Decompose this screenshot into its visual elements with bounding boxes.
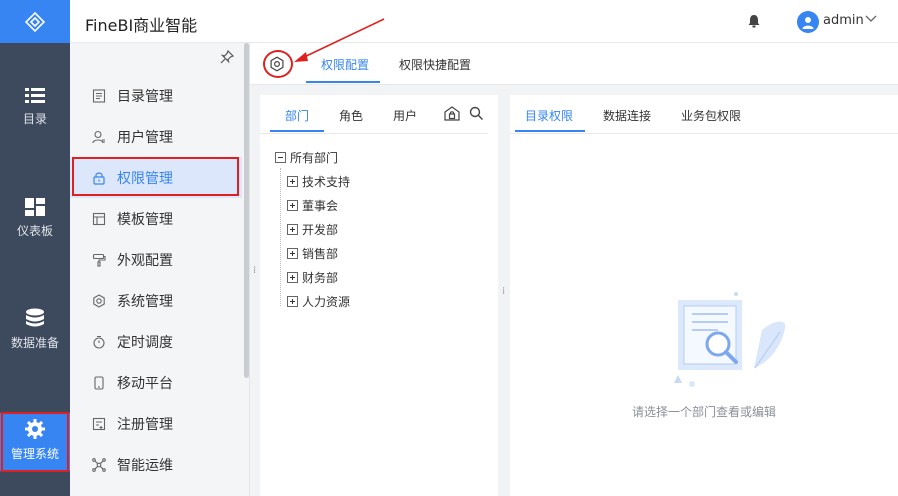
tree-node-label: 董事会 xyxy=(302,199,339,213)
tab-divider xyxy=(510,133,898,134)
subnav-item-label: 定时调度 xyxy=(117,334,173,351)
bell-icon[interactable] xyxy=(747,14,761,28)
top-header: FineBI商业智能 admin xyxy=(70,0,898,43)
settings-icon xyxy=(91,293,107,309)
rail-item-data-prep[interactable]: 数据准备 xyxy=(0,308,70,351)
subnav-scrollbar[interactable] xyxy=(244,43,249,378)
tab-catalog-permission[interactable]: 目录权限 xyxy=(525,107,573,124)
tree-node[interactable]: 开发部 xyxy=(287,221,338,238)
avatar[interactable] xyxy=(797,11,819,33)
subnav-item-label: 智能运维 xyxy=(117,457,173,474)
subnav-item-users[interactable]: 用户管理 xyxy=(70,116,242,157)
tab-roles[interactable]: 角色 xyxy=(339,107,363,124)
user-icon xyxy=(91,129,107,145)
tree-node-label: 人力资源 xyxy=(302,295,351,309)
subnav-item-appearance[interactable]: 外观配置 xyxy=(70,239,242,280)
collapse-icon[interactable] xyxy=(275,152,286,163)
tree-node-label: 销售部 xyxy=(302,247,339,261)
subnav-item-mobile[interactable]: 移动平台 xyxy=(70,362,242,403)
subnav-item-label: 外观配置 xyxy=(117,252,173,269)
rail-item-catalog[interactable]: 目录 xyxy=(0,88,70,127)
search-icon[interactable] xyxy=(469,106,484,121)
network-icon xyxy=(91,457,107,473)
user-name[interactable]: admin xyxy=(823,13,864,28)
subnav-item-label: 注册管理 xyxy=(117,416,173,433)
app-logo[interactable] xyxy=(0,0,70,43)
tab-data-connection[interactable]: 数据连接 xyxy=(603,107,651,124)
tab-permission-quick-config[interactable]: 权限快捷配置 xyxy=(399,56,471,73)
expand-icon[interactable] xyxy=(287,248,298,259)
empty-state-illustration xyxy=(674,292,786,387)
active-tab-indicator xyxy=(270,130,324,132)
expand-icon[interactable] xyxy=(287,296,298,307)
empty-state-text: 请选择一个部门查看或编辑 xyxy=(631,405,776,419)
tab-package-permission[interactable]: 业务包权限 xyxy=(681,107,741,124)
subnav-item-scheduler[interactable]: 定时调度 xyxy=(70,321,242,362)
active-tab-indicator xyxy=(515,130,585,132)
expand-icon[interactable] xyxy=(287,176,298,187)
user-icon xyxy=(802,17,814,29)
tree-root[interactable]: 所有部门 xyxy=(275,149,338,166)
document-icon xyxy=(91,88,107,104)
annotation-arrow xyxy=(294,18,385,62)
mobile-icon xyxy=(91,375,107,391)
list-icon xyxy=(25,88,45,103)
tree-node[interactable]: 技术支持 xyxy=(287,173,350,190)
subnav-item-catalog[interactable]: 目录管理 xyxy=(70,75,242,116)
tree-node-label: 财务部 xyxy=(302,271,339,285)
tree-node[interactable]: 销售部 xyxy=(287,245,338,262)
resize-handle[interactable]: ⁞ xyxy=(502,287,506,297)
active-tab-indicator xyxy=(306,81,380,83)
building-lock-icon[interactable] xyxy=(444,106,460,121)
subnav-item-registration[interactable]: 注册管理 xyxy=(70,403,242,444)
rail-item-label: 目录 xyxy=(22,112,47,126)
rail-item-label: 仪表板 xyxy=(16,224,53,238)
paint-roller-icon xyxy=(91,252,107,268)
register-icon xyxy=(91,416,107,432)
tree-node-label: 技术支持 xyxy=(302,175,351,189)
subnav-item-system[interactable]: 系统管理 xyxy=(70,280,242,321)
admin-subnav: 目录管理 用户管理 权限管理 模板管理 外观配置 系统管理 定时调度 移动平台 … xyxy=(70,43,250,496)
expand-icon[interactable] xyxy=(287,224,298,235)
database-icon xyxy=(26,308,44,327)
dashboard-icon xyxy=(25,198,45,216)
template-icon xyxy=(91,211,107,227)
tree-node[interactable]: 财务部 xyxy=(287,269,338,286)
expand-icon[interactable] xyxy=(287,200,298,211)
highlight-frame xyxy=(1,412,69,472)
tree-node[interactable]: 人力资源 xyxy=(287,293,350,310)
tree-node[interactable]: 董事会 xyxy=(287,197,338,214)
tab-departments[interactable]: 部门 xyxy=(285,107,309,124)
tab-divider xyxy=(260,133,488,134)
rail-item-label: 数据准备 xyxy=(10,336,59,350)
subnav-item-templates[interactable]: 模板管理 xyxy=(70,198,242,239)
resize-handle[interactable]: ⁞ xyxy=(253,266,257,276)
highlight-frame xyxy=(72,157,239,196)
expand-icon[interactable] xyxy=(287,272,298,283)
subnav-item-label: 系统管理 xyxy=(117,293,173,310)
tree-node-label: 开发部 xyxy=(302,223,339,237)
subnav-item-label: 目录管理 xyxy=(117,88,173,105)
subnav-item-ops[interactable]: 智能运维 xyxy=(70,444,242,485)
pin-icon[interactable] xyxy=(220,50,234,64)
chevron-down-icon[interactable] xyxy=(865,15,877,23)
subnav-item-label: 移动平台 xyxy=(117,375,173,392)
timer-icon xyxy=(91,334,107,350)
logo-icon xyxy=(24,11,46,32)
rail-item-dashboard[interactable]: 仪表板 xyxy=(0,198,70,239)
tree-guide-line xyxy=(280,168,281,306)
highlight-circle xyxy=(263,50,293,78)
app-title: FineBI商业智能 xyxy=(85,16,198,35)
permission-panel: 目录权限 数据连接 业务包权限 请选择一个部门查看或编辑 xyxy=(510,95,898,496)
subnav-item-label: 用户管理 xyxy=(117,129,173,146)
subnav-item-label: 模板管理 xyxy=(117,211,173,228)
tree-node-label: 所有部门 xyxy=(290,151,339,165)
tab-users[interactable]: 用户 xyxy=(393,107,417,124)
